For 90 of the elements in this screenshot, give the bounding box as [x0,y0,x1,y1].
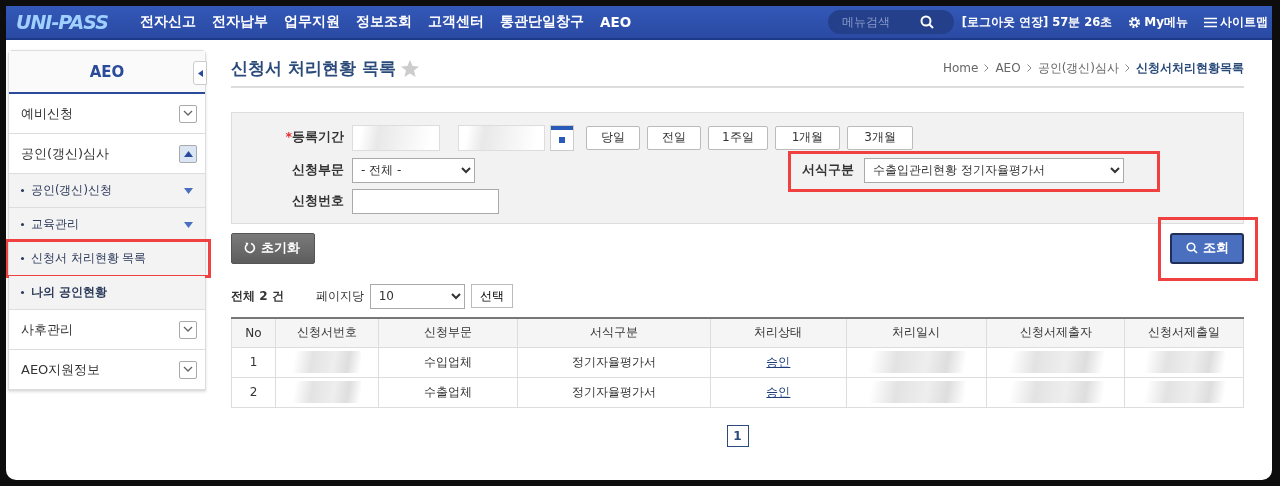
period-button[interactable]: 1주일 [708,125,768,150]
field-label: 서식구분 [802,161,855,179]
caret-left-icon [197,69,203,77]
department-select[interactable]: - 전체 - [352,157,475,183]
menu-icon [1204,16,1217,28]
chevron-down-icon [183,326,193,333]
search-icon[interactable] [919,15,934,29]
expand-toggle[interactable] [179,144,197,163]
caret-up-icon [183,150,193,157]
sidebar-title: AEO [89,62,125,81]
breadcrumb-link[interactable]: 신청서처리현황목록 [1136,59,1244,77]
reset-button[interactable]: 초기화 [231,232,315,264]
period-button[interactable]: 전일 [647,125,701,150]
sidebar-item[interactable]: 공인(갱신)심사 [21,144,110,163]
sidebar-item[interactable]: 사후관리 [21,320,73,339]
session-timer[interactable]: [로그아웃 연장] 57분 26초 [961,14,1113,30]
table-cell: 수출업체 [378,377,518,407]
chevron-icon [1125,64,1130,72]
breadcrumb-link[interactable]: 공인(갱신)심사 [1037,59,1119,77]
sidebar-item[interactable]: 예비신청 [21,104,73,123]
gear-icon [1128,15,1142,29]
chevron-icon [984,64,990,72]
page-button[interactable]: 1 [726,424,749,447]
sidebar-subitem[interactable]: 교육관리 [31,217,79,232]
application-number-field[interactable] [352,188,499,214]
field-label: *등록기간 [284,129,345,146]
nav-link[interactable]: 전자납부 [212,13,268,31]
sidebar-item[interactable]: AEO지원정보 [21,360,101,379]
status-link[interactable]: 승인 [766,354,791,369]
page-size-select[interactable]: 10 [369,283,465,309]
breadcrumb-link[interactable]: AEO [995,61,1021,75]
column-header: 처리상태 [710,318,847,347]
collapse-button[interactable] [193,61,207,85]
table-cell: 1 [231,347,276,377]
menu-search-field[interactable]: 메뉴검색 [827,10,954,34]
refresh-icon [244,242,256,254]
table-cell: 정기자율평가서 [517,347,711,377]
bullet-icon [21,189,24,192]
per-page-label: 페이지당 [315,287,364,305]
column-header: 신청서제출자 [986,318,1125,347]
apply-button[interactable]: 선택 [470,284,513,308]
column-header: 신청부문 [378,318,518,347]
nav-link[interactable]: 고객센터 [428,13,484,31]
end-date-field[interactable] [458,124,545,151]
status-link[interactable]: 승인 [766,384,791,399]
table-cell: 정기자율평가서 [517,377,711,407]
total-count: 전체 2 건 [231,287,284,305]
form-type-select[interactable]: 수출입관리현황 정기자율평가서 [864,157,1124,183]
calendar-icon[interactable] [550,124,574,151]
period-button[interactable]: 당일 [586,125,640,150]
star-icon[interactable] [399,58,420,78]
table-cell: 수입업체 [378,347,518,377]
my-menu-link[interactable]: My메뉴 [1128,13,1188,31]
redacted-blur [292,381,362,403]
column-header: 신청서번호 [275,318,379,347]
table-cell: 2 [231,377,276,407]
sitemap-link[interactable]: 사이트맵 [1204,13,1268,31]
chevron-down-icon [183,110,193,117]
logo[interactable]: UNI-PASS [16,11,140,33]
chevron-icon [1026,64,1032,72]
field-label: 신청번호 [291,192,345,210]
column-header: 서식구분 [517,318,711,347]
column-header: 신청서제출일 [1124,318,1244,347]
breadcrumb-link[interactable]: Home [942,61,979,75]
bullet-icon [21,257,24,260]
search-button[interactable]: 조회 [1170,232,1244,264]
period-button[interactable]: 3개월 [847,125,913,150]
start-date-field[interactable] [352,124,440,151]
sidebar-subitem[interactable]: 나의 공인현황 [31,285,107,300]
nav-link[interactable]: 통관단일창구 [500,13,584,31]
menu-search-input[interactable]: 메뉴검색 [839,14,920,30]
expand-toggle[interactable] [179,104,197,123]
nav-link[interactable]: AEO [600,14,632,30]
nav-link[interactable]: 정보조회 [356,13,412,31]
bullet-icon [21,223,24,226]
nav-link[interactable]: 전자신고 [140,13,196,31]
search-icon [1185,242,1198,254]
sidebar-subitem[interactable]: 공인(갱신)신청 [31,183,112,198]
column-header: 처리일시 [846,318,987,347]
chevron-down-icon [183,366,193,373]
expand-toggle[interactable] [179,360,197,379]
page-title: 신청서 처리현황 목록 [231,56,396,80]
sidebar-subitem[interactable]: 신청서 처리현황 목록 [31,251,147,266]
period-button[interactable]: 1개월 [774,125,841,150]
expand-toggle[interactable] [179,320,197,339]
field-label: 신청부문 [291,161,345,179]
column-header: No [231,318,276,347]
bullet-icon [21,291,24,294]
nav-link[interactable]: 업무지원 [284,13,340,31]
redacted-blur [292,351,362,373]
